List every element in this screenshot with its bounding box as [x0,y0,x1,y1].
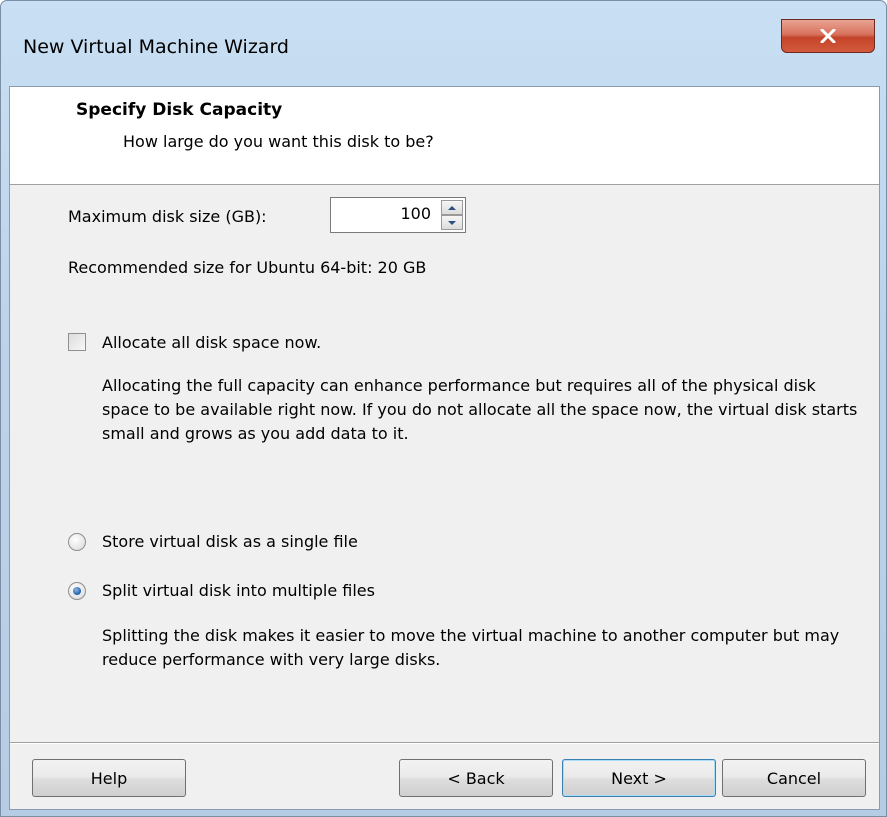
disk-size-value[interactable]: 100 [400,204,431,223]
arrow-up-icon [448,205,456,210]
disk-size-label: Maximum disk size (GB): [68,207,267,226]
disk-size-spinner[interactable]: 100 [330,197,466,233]
allocate-checkbox[interactable] [68,333,86,351]
spinner-buttons [441,200,463,230]
split-description: Splitting the disk makes it easier to mo… [102,626,840,669]
page-title: Specify Disk Capacity [76,100,283,120]
recommended-size-text: Recommended size for Ubuntu 64-bit: 20 G… [68,258,427,277]
help-button[interactable]: Help [32,759,186,797]
title-bar[interactable]: New Virtual Machine Wizard [1,1,886,86]
spin-up-button[interactable] [441,200,463,215]
wizard-header: Specify Disk Capacity How large do you w… [10,87,879,185]
dialog-content: Specify Disk Capacity How large do you w… [9,86,880,810]
allocate-description: Allocating the full capacity can enhance… [102,376,858,443]
cancel-button[interactable]: Cancel [722,759,866,797]
close-x-icon [820,29,836,43]
single-file-radio[interactable] [68,533,86,551]
next-button[interactable]: Next > [562,759,716,797]
back-button[interactable]: < Back [399,759,553,797]
page-subtitle: How large do you want this disk to be? [123,132,434,151]
radio-selected-dot [73,587,81,595]
wizard-window: New Virtual Machine Wizard Specify Disk … [0,0,887,817]
split-files-radio-label[interactable]: Split virtual disk into multiple files [102,581,375,600]
footer-divider [10,742,879,744]
allocate-checkbox-label[interactable]: Allocate all disk space now. [102,333,321,352]
arrow-down-icon [448,220,456,225]
close-button[interactable] [781,19,875,53]
single-file-radio-label[interactable]: Store virtual disk as a single file [102,532,358,551]
window-title: New Virtual Machine Wizard [23,36,289,58]
split-files-radio[interactable] [68,582,86,600]
spin-down-button[interactable] [441,215,463,230]
